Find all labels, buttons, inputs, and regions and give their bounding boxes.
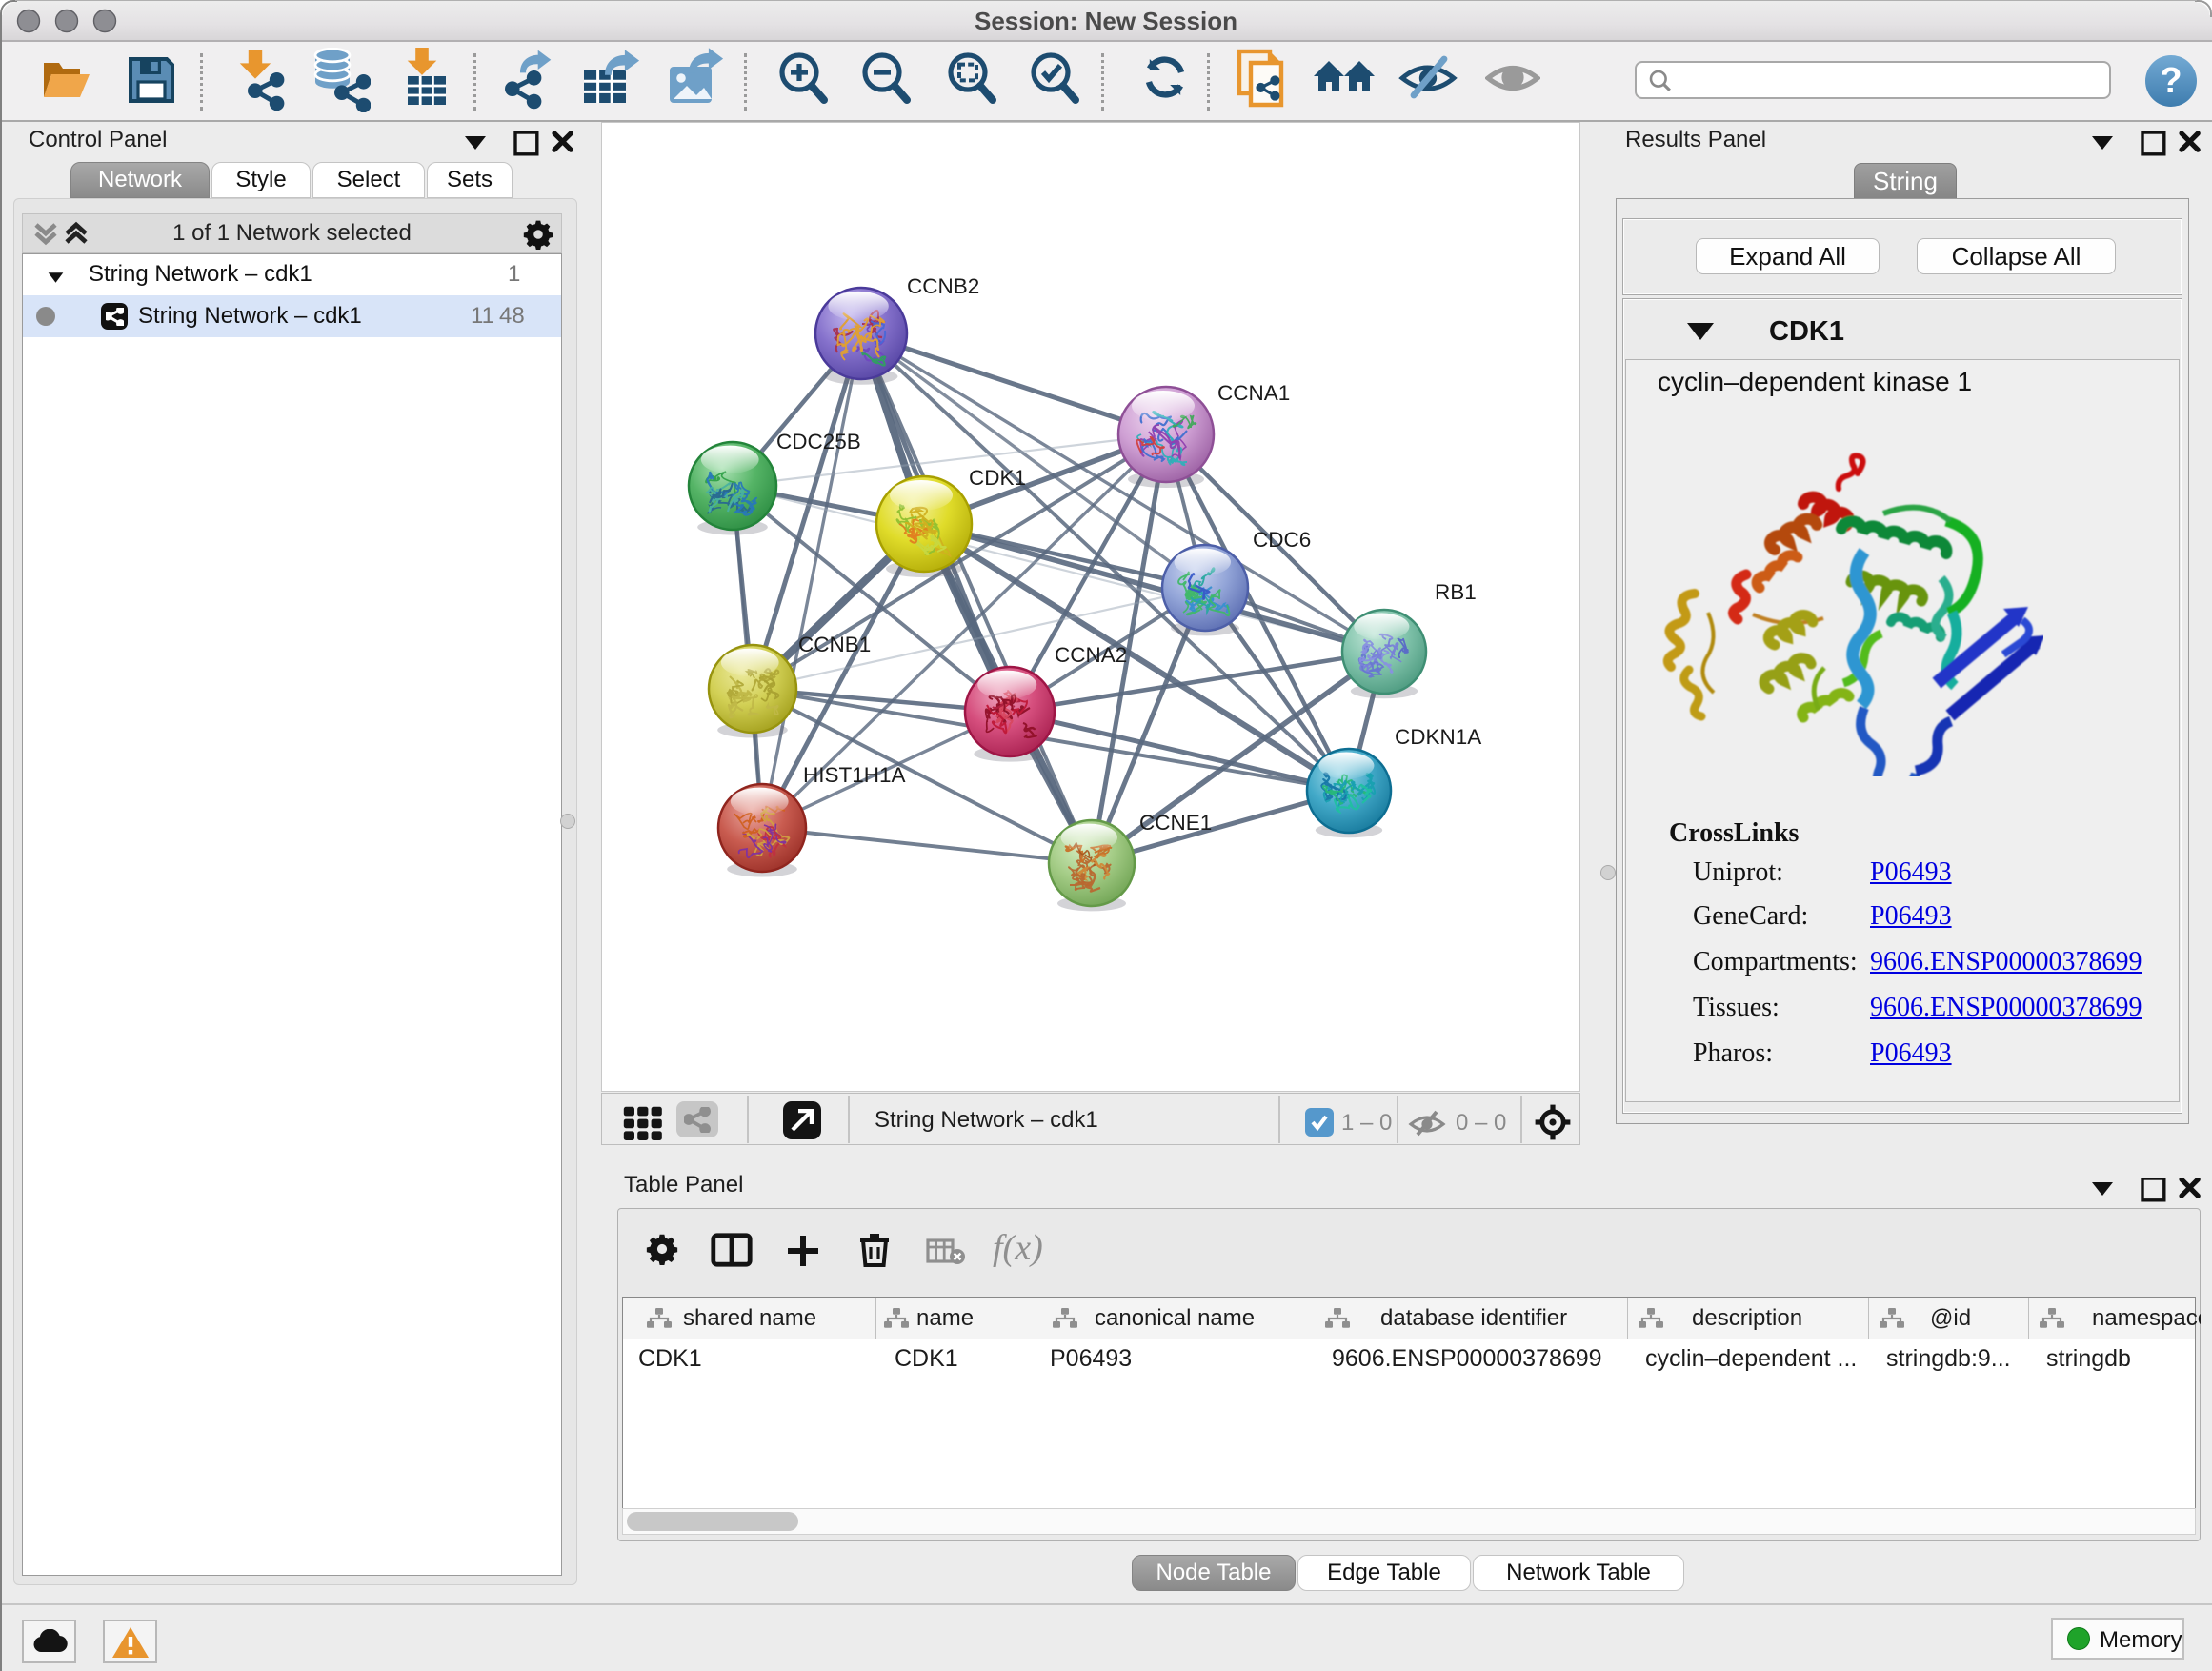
svg-text:CDC25B: CDC25B	[776, 430, 861, 453]
svg-text:CCNA2: CCNA2	[1055, 643, 1127, 667]
svg-text:HIST1H1A: HIST1H1A	[803, 763, 906, 787]
svg-text:RB1: RB1	[1435, 580, 1477, 604]
svg-text:CCNA1: CCNA1	[1217, 381, 1290, 405]
svg-text:CCNB2: CCNB2	[907, 274, 979, 298]
svg-text:CDKN1A: CDKN1A	[1395, 725, 1481, 749]
svg-text:CCNE1: CCNE1	[1139, 811, 1212, 835]
svg-text:CDK1: CDK1	[969, 466, 1026, 490]
svg-text:CCNB1: CCNB1	[798, 633, 871, 656]
svg-text:CDC6: CDC6	[1253, 528, 1311, 552]
